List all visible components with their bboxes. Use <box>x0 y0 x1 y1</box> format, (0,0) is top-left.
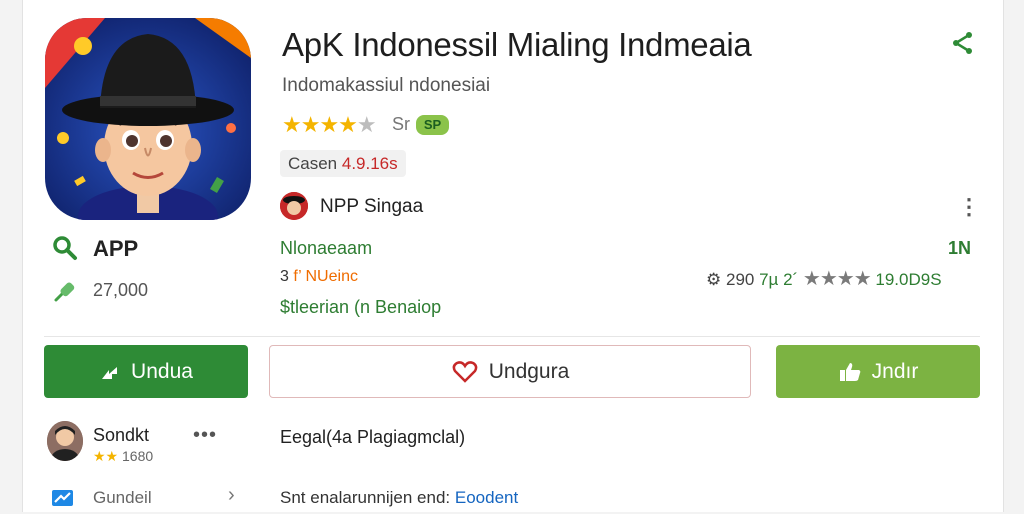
rating-suffix: Sr <box>392 114 410 134</box>
version-chip: Casen 4.9.16s <box>280 150 406 177</box>
version-value: 4.9.16s <box>341 154 398 173</box>
secondary-button-label: Undgura <box>488 359 570 383</box>
stat-line-2-prefix: 3 <box>280 268 289 285</box>
stat-right-b: 7µ 2´ <box>759 270 799 289</box>
search-icon <box>52 235 78 261</box>
heart-icon <box>452 360 478 383</box>
stat-line-2-highlight: f’ NUeinc <box>293 268 358 285</box>
legal-text: Eegal(4a Plagiagmclal) <box>280 427 466 447</box>
tertiary-button[interactable]: Jndır <box>776 345 980 398</box>
footer-text-prefix: Snt enalarunnijen end: <box>280 488 451 507</box>
mail-icon <box>50 487 76 509</box>
reviewer-rating: ★★ 1680 <box>93 448 154 464</box>
stat-right-value: 19.0D9S <box>875 270 942 289</box>
footer-label[interactable]: Gundeil <box>93 488 152 508</box>
app-subtitle: Indomakassiul ndonesiai <box>282 75 491 96</box>
rating-badge: SP <box>416 115 449 135</box>
stat-right-a: 290 <box>725 270 755 289</box>
tertiary-button-label: Jndır <box>871 359 919 383</box>
category-label: APP <box>93 236 139 261</box>
thumbs-up-icon <box>839 362 860 381</box>
pin-icon <box>52 278 78 304</box>
footer-link[interactable]: Eoodent <box>455 488 518 507</box>
primary-button-label: Undua <box>131 359 193 383</box>
gear-icon: ⚙ <box>706 270 722 289</box>
stat-right-top: 1N <box>948 238 972 258</box>
divider <box>44 336 980 337</box>
footer-text: Snt enalarunnijen end: Eoodent <box>280 488 518 508</box>
chevron-right-icon[interactable]: › <box>228 484 235 507</box>
stat-right-row: ⚙ 290 7µ 2´ ★★★★ 19.0D9S <box>706 266 942 291</box>
app-icon <box>45 18 251 220</box>
more-options-icon[interactable]: ••• <box>193 424 217 447</box>
secondary-button[interactable]: Undgura <box>269 345 751 398</box>
developer-avatar <box>280 192 308 220</box>
reviewer-name: Sondkt <box>93 425 150 445</box>
kebab-icon[interactable]: ⋮ <box>958 193 980 221</box>
stat-line-3: $tleerian (n Benaiop <box>280 297 442 317</box>
developer-name[interactable]: NPP Singaa <box>320 196 423 218</box>
stat-line-2: 3 f’ NUeinc <box>280 268 358 286</box>
reviewer-rating-value: 1680 <box>122 448 154 464</box>
arrow-icon <box>102 366 118 379</box>
stat-line-1: Nlonaeaam <box>280 238 373 258</box>
stat-right-stars: ★★★★ <box>802 268 872 290</box>
avatar <box>47 421 83 461</box>
rating-stars: ★★★★★ <box>282 112 377 137</box>
primary-button[interactable]: Undua <box>44 345 248 398</box>
share-icon[interactable] <box>950 30 976 56</box>
app-title: ApK Indonessil Mialing Indmeaia <box>282 26 752 63</box>
download-count: 27,000 <box>93 280 149 300</box>
version-label: Casen <box>288 154 338 173</box>
